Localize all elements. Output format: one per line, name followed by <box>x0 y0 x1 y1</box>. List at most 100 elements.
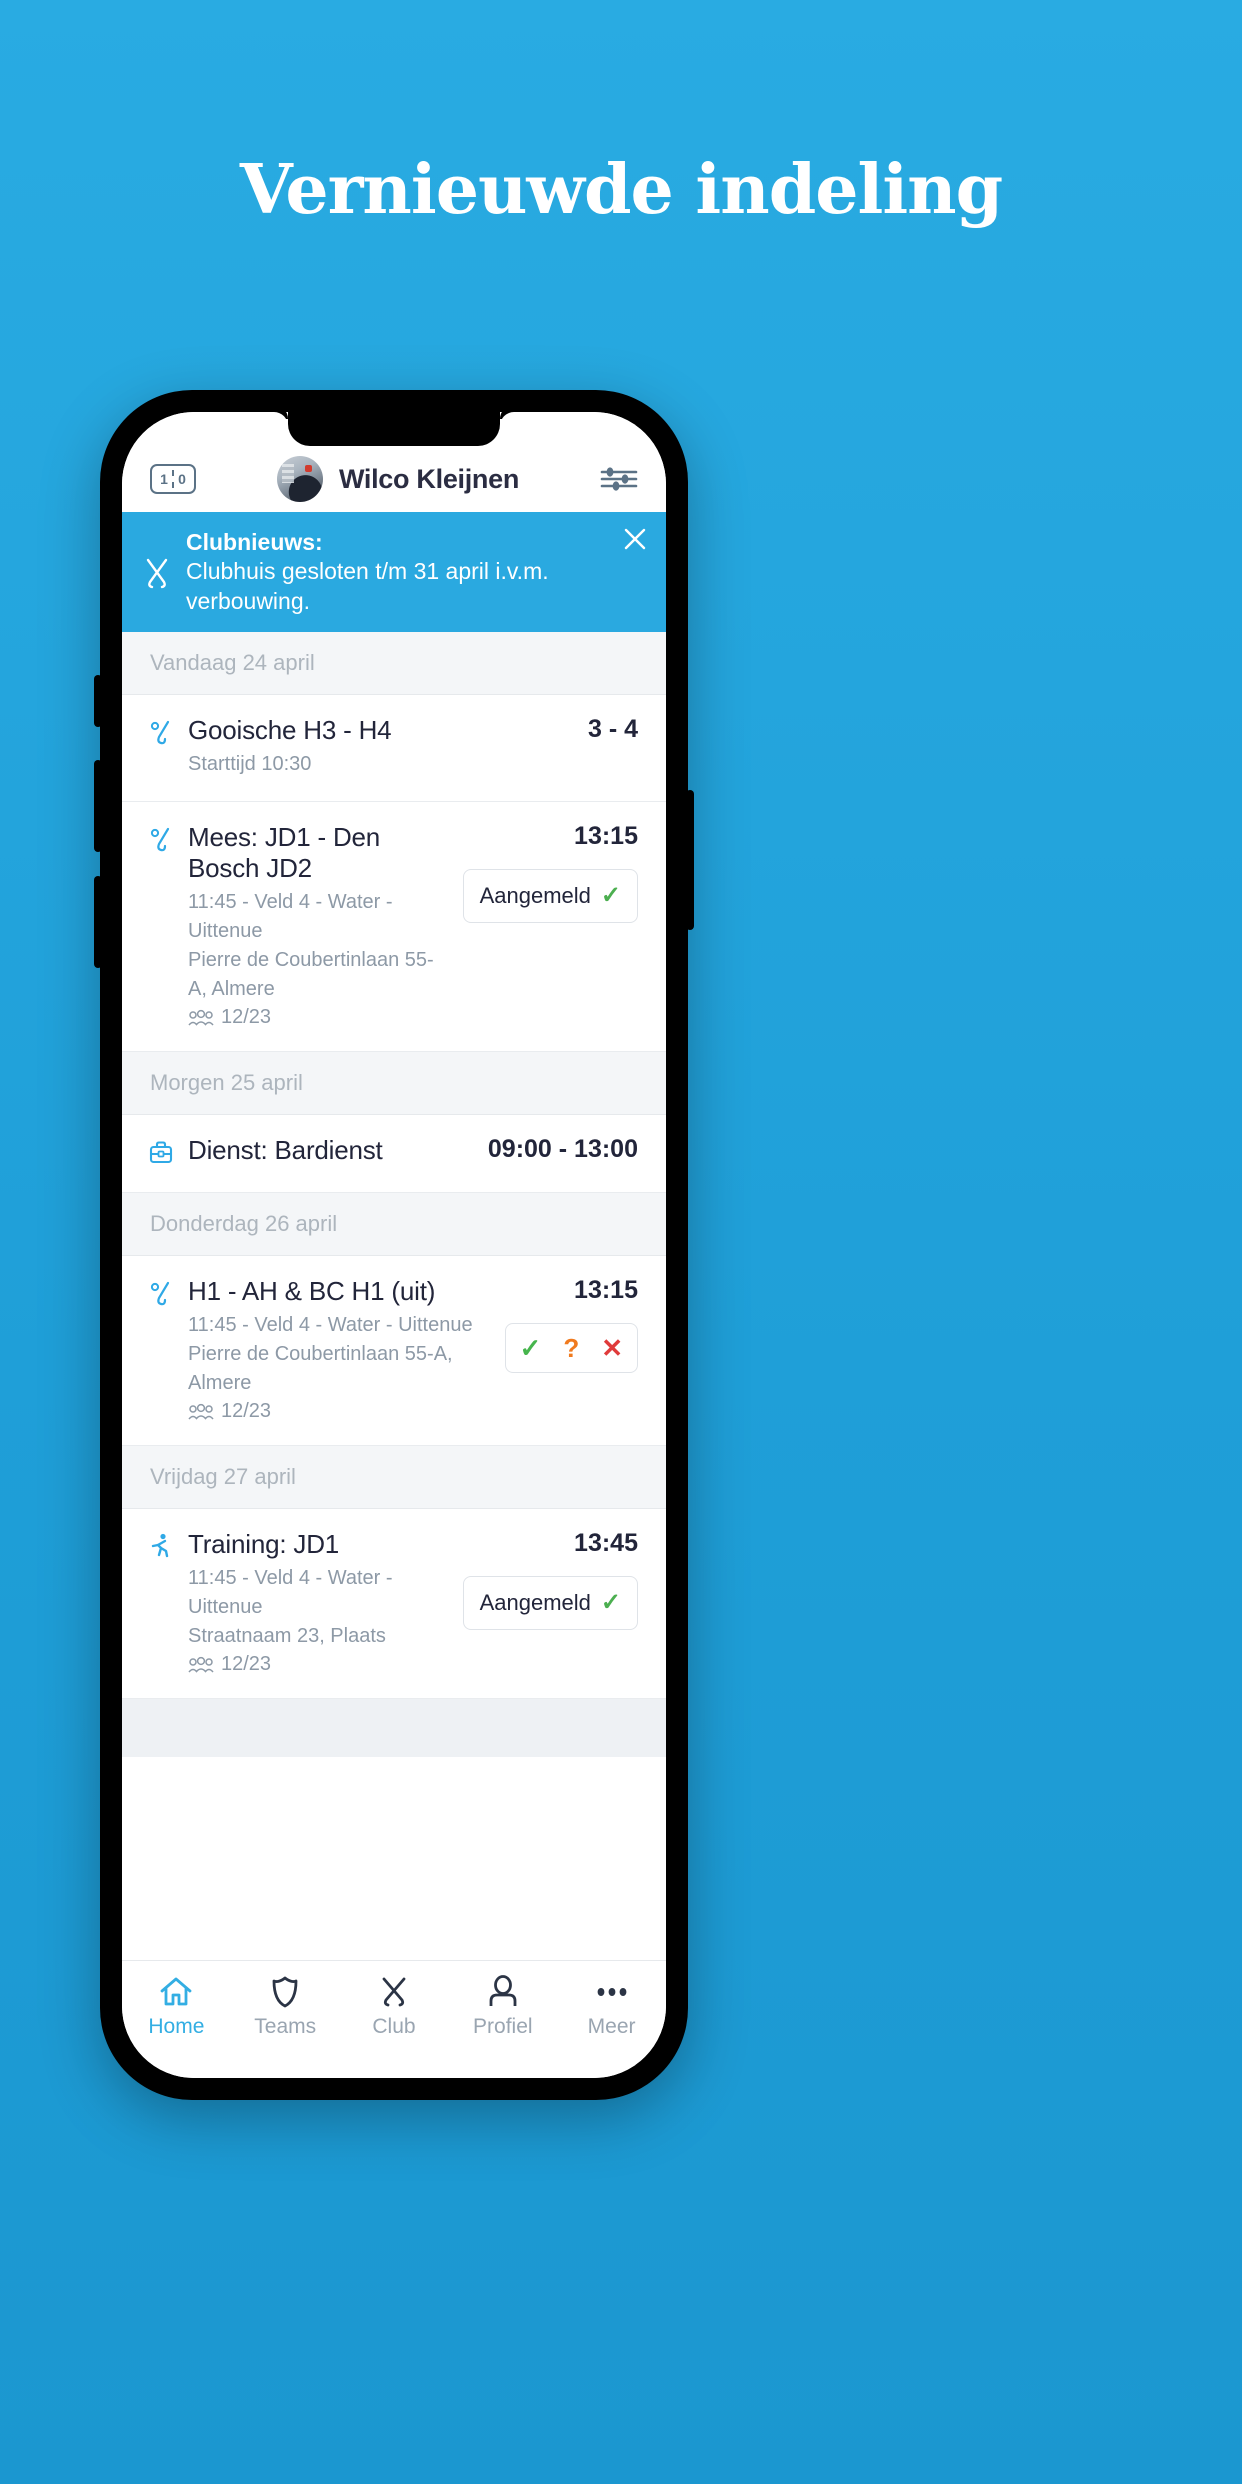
person-icon <box>489 1975 517 2006</box>
nav-label-teams: Teams <box>254 2015 317 2038</box>
attendance-status-label: Aangemeld <box>479 1590 591 1616</box>
day-header-donderdag: Donderdag 26 april <box>122 1193 666 1257</box>
event-title: Dienst: Bardienst <box>188 1135 383 1166</box>
event-icon-wrap <box>146 715 188 779</box>
list-item[interactable]: Mees: JD1 - Den Bosch JD2 11:45 - Veld 4… <box>122 802 666 1053</box>
event-icon-wrap <box>146 1529 188 1676</box>
event-score: 3 - 4 <box>587 715 638 744</box>
people-icon <box>188 1656 214 1673</box>
phone-screen: 1 0 Wilco Kleijnen Clubnieuws: Clubhuis … <box>122 412 666 2078</box>
phone-frame: 1 0 Wilco Kleijnen Clubnieuws: Clubhuis … <box>94 390 694 2100</box>
event-location: Straatnaam 23, Plaats <box>188 1625 386 1648</box>
ellipsis-icon <box>597 1988 626 1996</box>
list-item[interactable]: Gooische H3 - H4 Starttijd 10:30 3 - 4 <box>122 695 666 803</box>
attendance-status-button[interactable]: Aangemeld ✓ <box>462 869 638 924</box>
event-icon-wrap <box>146 1276 188 1423</box>
close-icon[interactable] <box>622 526 648 552</box>
day-header-morgen: Morgen 25 april <box>122 1052 666 1116</box>
event-subline: Starttijd 10:30 <box>188 753 312 776</box>
nav-item-teams[interactable]: Teams <box>231 1973 340 2039</box>
event-time: 09:00 - 13:00 <box>487 1135 638 1164</box>
event-attendance: 12/23 <box>188 1006 453 1029</box>
attendance-count: 12/23 <box>221 1006 272 1029</box>
event-title: H1 - AH & BC H1 (uit) <box>188 1276 436 1307</box>
event-attendance: 12/23 <box>188 1400 495 1423</box>
nav-label-club: Club <box>372 2015 416 2038</box>
club-news-banner[interactable]: Clubnieuws: Clubhuis gesloten t/m 31 apr… <box>122 512 666 633</box>
event-icon-wrap <box>146 1135 188 1170</box>
event-right: 13:15 Aangemeld ✓ <box>462 822 638 1029</box>
event-title: Gooische H3 - H4 <box>188 715 392 746</box>
scoreboard-home-score: 1 <box>160 471 168 487</box>
event-icon-wrap <box>146 822 188 1029</box>
event-location: Pierre de Coubertinlaan 55-A, Almere <box>188 949 434 1001</box>
attend-no-button[interactable]: ✕ <box>601 1335 623 1361</box>
event-time: 13:15 <box>574 1276 638 1305</box>
event-body: Training: JD1 11:45 - Veld 4 - Water - U… <box>188 1529 453 1676</box>
event-body: Mees: JD1 - Den Bosch JD2 11:45 - Veld 4… <box>188 822 453 1029</box>
event-attendance: 12/23 <box>188 1653 453 1676</box>
banner-title: Clubnieuws: <box>186 529 323 555</box>
hockey-stick-ball-icon <box>150 828 170 852</box>
nav-label-meer: Meer <box>587 2015 636 2038</box>
event-time: 13:45 <box>574 1529 638 1558</box>
people-icon <box>188 1403 214 1420</box>
event-subline: 11:45 - Veld 4 - Water - Uittenue <box>188 1567 393 1619</box>
nav-item-home[interactable]: Home <box>122 1973 231 2039</box>
event-body: Dienst: Bardienst <box>188 1135 478 1170</box>
nav-item-meer[interactable]: Meer <box>557 1973 666 2039</box>
event-right: 13:45 Aangemeld ✓ <box>462 1529 638 1676</box>
phone-button-silent <box>94 675 102 727</box>
avatar[interactable] <box>276 456 323 502</box>
event-subline: 11:45 - Veld 4 - Water - Uittenue <box>188 891 393 943</box>
event-time: 13:15 <box>574 822 638 851</box>
people-icon <box>188 1009 214 1026</box>
event-location: Pierre de Coubertinlaan 55-A, Almere <box>188 1343 453 1395</box>
user-name: Wilco Kleijnen <box>338 463 520 494</box>
crossed-sticks-icon <box>382 1977 406 2007</box>
attendance-choice-group[interactable]: ✓ ? ✕ <box>504 1323 638 1374</box>
hockey-stick-ball-icon <box>150 1282 170 1306</box>
list-item[interactable]: Training: JD1 11:45 - Veld 4 - Water - U… <box>122 1509 666 1700</box>
event-body: H1 - AH & BC H1 (uit) 11:45 - Veld 4 - W… <box>188 1276 495 1423</box>
header-user[interactable]: Wilco Kleijnen <box>196 456 600 502</box>
nav-item-club[interactable]: Club <box>340 1973 449 2039</box>
attendance-status-label: Aangemeld <box>479 883 591 909</box>
sliders-icon[interactable] <box>600 465 638 493</box>
nav-item-profiel[interactable]: Profiel <box>448 1973 557 2039</box>
hockey-sticks-icon <box>146 558 168 589</box>
check-icon: ✓ <box>600 882 621 910</box>
phone-button-volume-up <box>94 760 102 852</box>
attend-maybe-button[interactable]: ? <box>563 1335 579 1361</box>
list-item[interactable]: Dienst: Bardienst 09:00 - 13:00 <box>122 1115 666 1194</box>
running-person-icon <box>151 1534 169 1558</box>
list-item[interactable]: H1 - AH & BC H1 (uit) 11:45 - Veld 4 - W… <box>122 1256 666 1447</box>
nav-label-home: Home <box>148 2015 205 2038</box>
check-icon: ✓ <box>600 1589 621 1617</box>
event-right: 13:15 ✓ ? ✕ <box>504 1276 638 1423</box>
page-title: Vernieuwde indeling <box>239 150 1003 230</box>
banner-body: Clubhuis gesloten t/m 31 april i.v.m. ve… <box>186 558 549 614</box>
banner-text: Clubnieuws: Clubhuis gesloten t/m 31 apr… <box>186 528 648 616</box>
briefcase-icon <box>149 1141 173 1164</box>
event-right: 09:00 - 13:00 <box>488 1135 638 1170</box>
home-icon <box>160 1977 192 2006</box>
attendance-count: 12/23 <box>221 1653 272 1676</box>
shield-icon <box>272 1976 298 2008</box>
scoreboard-icon[interactable]: 1 0 <box>150 464 196 494</box>
hockey-stick-ball-icon <box>150 721 170 745</box>
list-filler <box>122 1699 666 1758</box>
nav-label-profiel: Profiel <box>473 2015 533 2038</box>
event-body: Gooische H3 - H4 Starttijd 10:30 <box>188 715 578 779</box>
attendance-status-button[interactable]: Aangemeld ✓ <box>462 1576 638 1631</box>
attend-yes-button[interactable]: ✓ <box>520 1335 542 1361</box>
scoreboard-away-score: 0 <box>178 471 186 487</box>
attendance-count: 12/23 <box>221 1400 272 1423</box>
bottom-navigation: Home Teams Club Profiel Meer <box>122 1960 666 2078</box>
scoreboard-divider <box>172 470 174 488</box>
phone-notch <box>288 412 500 446</box>
day-header-vandaag: Vandaag 24 april <box>122 632 666 696</box>
event-title: Training: JD1 <box>188 1529 340 1560</box>
day-header-vrijdag: Vrijdag 27 april <box>122 1446 666 1510</box>
event-title: Mees: JD1 - Den Bosch JD2 <box>188 822 381 884</box>
